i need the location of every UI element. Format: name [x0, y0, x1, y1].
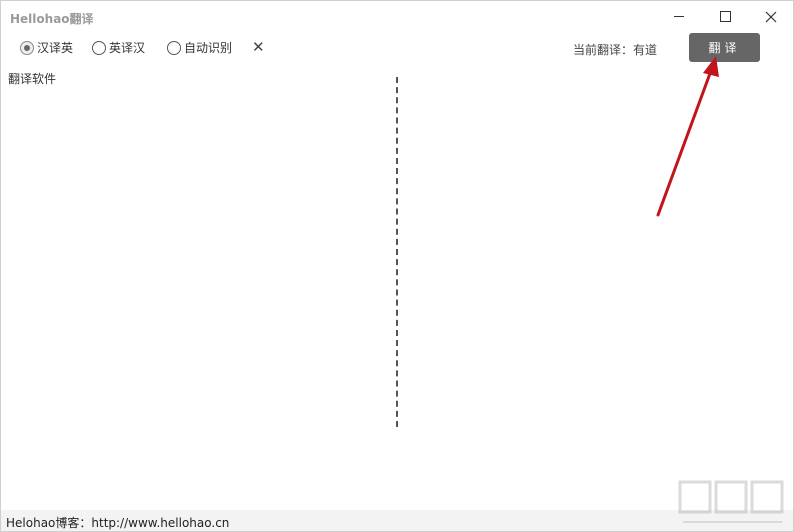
status-text: Helohao博客：http://www.hellohao.cn — [6, 516, 230, 530]
maximize-icon — [719, 11, 731, 22]
clear-icon[interactable]: ✕ — [252, 38, 265, 56]
app-window: Hellohao翻译 汉译英 英译汉 自动识别 ✕ 当前翻译：有道 翻译 翻译软… — [0, 0, 794, 532]
translation-output-area[interactable] — [403, 64, 791, 508]
radio-unselected-icon — [92, 40, 106, 55]
minimize-button[interactable] — [656, 1, 702, 32]
toolbar: 汉译英 英译汉 自动识别 ✕ 当前翻译：有道 翻译 — [1, 32, 793, 64]
current-translator-label: 当前翻译：有道 — [573, 43, 658, 57]
close-button[interactable] — [748, 1, 793, 32]
source-text-area[interactable]: 翻译软件 — [1, 64, 389, 508]
close-icon — [765, 11, 777, 22]
radio-unselected-icon — [167, 40, 181, 55]
title-bar: Hellohao翻译 — [1, 1, 793, 32]
radio-auto-detect[interactable]: 自动识别 — [167, 39, 232, 56]
radio-chinese-to-english[interactable]: 汉译英 — [20, 39, 73, 56]
maximize-button[interactable] — [702, 1, 748, 32]
window-title: Hellohao翻译 — [10, 12, 94, 26]
radio-selected-icon — [20, 40, 34, 55]
minimize-icon — [674, 16, 684, 17]
radio-label: 英译汉 — [109, 41, 146, 55]
radio-label: 汉译英 — [37, 41, 74, 55]
watermark-logo-icon — [678, 480, 784, 523]
translate-button[interactable]: 翻译 — [689, 33, 760, 62]
source-text: 翻译软件 — [8, 72, 57, 86]
pane-divider — [396, 77, 398, 427]
status-bar: Helohao博客：http://www.hellohao.cn — [1, 510, 793, 531]
radio-label: 自动识别 — [184, 41, 233, 55]
radio-english-to-chinese[interactable]: 英译汉 — [92, 39, 145, 56]
